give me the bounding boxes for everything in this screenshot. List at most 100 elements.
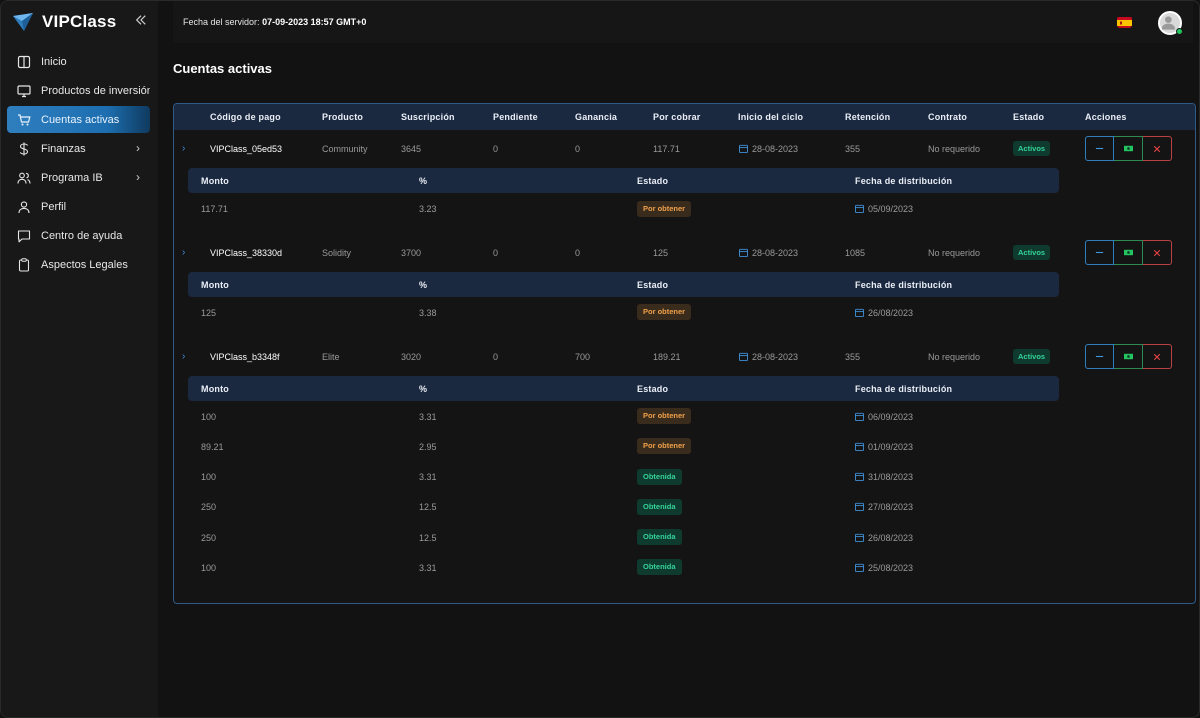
chat-icon	[17, 229, 31, 242]
calendar-icon	[855, 204, 864, 213]
subcol-estado: Estado	[637, 176, 669, 186]
minus-icon	[1095, 147, 1104, 150]
subcol-fecha: Fecha de distribución	[855, 280, 953, 290]
sidebar-item-label: Perfil	[41, 200, 67, 213]
sidebar-item-label: Aspectos Legales	[41, 258, 128, 271]
cell-code: VIPClass_38330d	[210, 248, 283, 258]
calendar-icon	[739, 144, 748, 153]
brand[interactable]: VIPClass	[13, 11, 116, 33]
subcol-estado: Estado	[637, 384, 669, 394]
cell-code: VIPClass_b3348f	[210, 352, 280, 362]
calendar-icon	[855, 472, 864, 481]
collect-button[interactable]	[1114, 240, 1143, 265]
distribution-status-badge: Por obtener	[637, 201, 692, 217]
cancel-button[interactable]	[1143, 344, 1172, 369]
close-icon	[1153, 353, 1161, 360]
minus-icon	[1095, 251, 1104, 254]
cell-retention: 1085	[845, 248, 866, 258]
chevron-right-icon[interactable]: ›	[182, 143, 185, 154]
status-badge: Activos	[1013, 245, 1051, 260]
subcol-estado: Estado	[637, 280, 669, 290]
detail-percent: 12.5	[419, 502, 437, 512]
sidebar-item-productos[interactable]: Productos de inversión	[7, 77, 150, 104]
col-inicio-del-ciclo: Inicio del ciclo	[738, 112, 804, 122]
online-status-dot	[1176, 28, 1183, 35]
row-actions	[1085, 136, 1172, 161]
collect-button[interactable]	[1114, 344, 1143, 369]
col-por-cobrar: Por cobrar	[653, 112, 701, 122]
sidebar-item-finanzas[interactable]: Finanzas ›	[7, 135, 150, 162]
col-estado: Estado	[1013, 112, 1045, 122]
col-pendiente: Pendiente	[493, 112, 538, 122]
server-time-value: 07-09-2023 18:57 GMT+0	[262, 17, 367, 27]
cancel-button[interactable]	[1143, 136, 1172, 161]
detail-amount: 100	[201, 563, 217, 573]
cell-contract: No requerido	[928, 144, 981, 154]
cell-pending: 0	[493, 144, 499, 154]
cell-subscription: 3020	[401, 352, 422, 362]
sidebar-item-programa-ib[interactable]: Programa IB ›	[7, 164, 150, 191]
detail-date: 27/08/2023	[855, 502, 913, 512]
detail-percent: 3.31	[419, 412, 437, 422]
money-icon	[1123, 249, 1133, 256]
sidebar-item-aspectos-legales[interactable]: Aspectos Legales	[7, 251, 150, 278]
status-badge: Activos	[1013, 141, 1051, 156]
cell-contract: No requerido	[928, 352, 981, 362]
sidebar-item-inicio[interactable]: Inicio	[7, 48, 150, 75]
sidebar-item-label: Cuentas activas	[41, 113, 120, 126]
chevron-right-icon[interactable]: ›	[182, 247, 185, 258]
distribution-status-badge: Obtenida	[637, 469, 682, 485]
cycle-start-value: 28-08-2023	[752, 144, 799, 154]
col-codigo-de-pago: Código de pago	[210, 112, 281, 122]
calendar-icon	[855, 533, 864, 542]
sidebar-item-label: Centro de ayuda	[41, 229, 123, 242]
calendar-icon	[855, 412, 864, 421]
subcol-percent: %	[419, 176, 428, 186]
sidebar-item-label: Programa IB	[41, 171, 103, 184]
col-retencion: Retención	[845, 112, 891, 122]
detail-date-value: 25/08/2023	[868, 563, 914, 573]
calendar-icon	[855, 442, 864, 451]
distribution-status-badge: Obtenida	[637, 559, 682, 575]
sidebar-item-perfil[interactable]: Perfil	[7, 193, 150, 220]
sidebar-item-label: Finanzas	[41, 142, 86, 155]
cycle-start-value: 28-08-2023	[752, 248, 799, 258]
chevron-right-icon: ›	[136, 141, 140, 155]
spain-flag-icon[interactable]	[1117, 16, 1132, 28]
detail-date-value: 31/08/2023	[868, 472, 914, 482]
detail-date-value: 06/09/2023	[868, 412, 914, 422]
decrease-button[interactable]	[1085, 240, 1114, 265]
detail-date: 26/08/2023	[855, 308, 913, 318]
subcol-percent: %	[419, 384, 428, 394]
server-time-label: Fecha del servidor:	[183, 17, 260, 27]
sidebar-nav: Inicio Productos de inversión Cuentas ac…	[7, 48, 150, 280]
decrease-button[interactable]	[1085, 344, 1114, 369]
collect-button[interactable]	[1114, 136, 1143, 161]
decrease-button[interactable]	[1085, 136, 1114, 161]
detail-amount: 100	[201, 412, 217, 422]
collapse-sidebar-icon[interactable]	[135, 13, 149, 29]
calendar-icon	[739, 248, 748, 257]
detail-amount: 100	[201, 472, 217, 482]
detail-amount: 250	[201, 502, 217, 512]
cycle-start-value: 28-08-2023	[752, 352, 799, 362]
distribution-status-badge: Obtenida	[637, 499, 682, 515]
cell-product: Solidity	[322, 248, 352, 258]
calendar-icon	[739, 352, 748, 361]
detail-header: Monto % Estado Fecha de distribución	[188, 376, 1059, 401]
chevron-right-icon[interactable]: ›	[182, 351, 185, 362]
cancel-button[interactable]	[1143, 240, 1172, 265]
cell-receivable: 189.21	[653, 352, 681, 362]
cell-retention: 355	[845, 352, 861, 362]
sidebar-item-centro-de-ayuda[interactable]: Centro de ayuda	[7, 222, 150, 249]
cell-subscription: 3645	[401, 144, 422, 154]
minus-icon	[1095, 355, 1104, 358]
cell-profit: 0	[575, 144, 581, 154]
detail-percent: 12.5	[419, 533, 437, 543]
user-icon	[18, 200, 30, 213]
cell-product: Community	[322, 144, 368, 154]
detail-percent: 3.31	[419, 563, 437, 573]
brand-name: VIPClass	[42, 12, 117, 31]
detail-amount: 117.71	[201, 204, 228, 214]
sidebar-item-cuentas-activas[interactable]: Cuentas activas	[7, 106, 150, 133]
